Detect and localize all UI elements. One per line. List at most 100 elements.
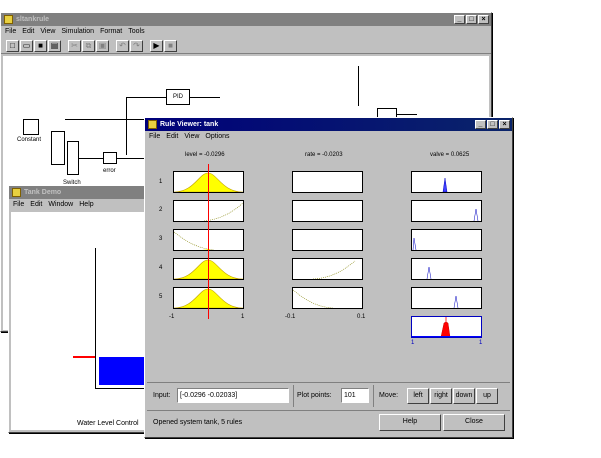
valve-mf-plot[interactable] — [411, 200, 482, 222]
rate-mf-plot[interactable] — [292, 258, 363, 280]
rule-number: 1 — [159, 179, 163, 185]
constant-label: Constant — [17, 137, 42, 143]
cut-icon[interactable]: ✂ — [68, 40, 81, 52]
setpoint-marker — [73, 356, 95, 358]
rv-maximize-button[interactable]: □ — [487, 120, 498, 129]
copy-icon[interactable]: ⧉ — [82, 40, 95, 52]
valve-mf-plot[interactable] — [411, 287, 482, 309]
rate-mf-plot[interactable] — [292, 229, 363, 251]
tank-menu-window[interactable]: Window — [48, 201, 73, 208]
new-icon[interactable]: □ — [6, 40, 19, 52]
valve-header: valve = 0.0625 — [430, 152, 470, 158]
valve-axis-max: 1 — [479, 340, 483, 346]
rv-minimize-button[interactable]: _ — [475, 120, 486, 129]
rule-viewer-window: Rule Viewer: tank _ □ × File Edit View O… — [144, 117, 513, 438]
input-field[interactable]: [-0.0296 -0.02033] — [177, 388, 289, 403]
tank-titlebar[interactable]: Tank Demo — [9, 186, 159, 199]
minimize-button[interactable]: _ — [454, 15, 465, 24]
redo-icon[interactable]: ↷ — [130, 40, 143, 52]
maximize-button[interactable]: □ — [466, 15, 477, 24]
rate-header: rate = -0.0203 — [305, 152, 343, 158]
error-block[interactable] — [103, 152, 117, 164]
menu-simulation[interactable]: Simulation — [61, 28, 94, 35]
move-left-button[interactable]: left — [407, 388, 429, 404]
tank-caption: Water Level Control — [77, 420, 139, 427]
simulink-menubar: File Edit View Simulation Format Tools — [1, 26, 491, 37]
rate-mf-plot[interactable] — [292, 171, 363, 193]
simulink-title: sltankrule — [16, 16, 50, 23]
constant-block[interactable] — [23, 119, 39, 135]
valve-axis-min: 1 — [411, 340, 415, 346]
simulink-toolbar: □ ▭ ■ ▤ ✂ ⧉ ▣ ↶ ↷ ▶ ■ — [1, 38, 491, 54]
tank-app-icon — [12, 188, 21, 197]
rule-viewer-title: Rule Viewer: tank — [160, 121, 219, 128]
valve-mf-plot[interactable] — [411, 229, 482, 251]
tank-menu-edit[interactable]: Edit — [30, 201, 42, 208]
pid-block[interactable]: PID — [166, 89, 190, 105]
rule-viewer-menubar: File Edit View Options — [145, 131, 512, 142]
rate-axis-min: -0.1 — [285, 314, 296, 320]
tank-title: Tank Demo — [24, 189, 62, 196]
tank-menubar: File Edit Window Help — [9, 199, 159, 210]
rv-menu-file[interactable]: File — [149, 133, 160, 140]
menu-file[interactable]: File — [5, 28, 16, 35]
rule-number: 2 — [159, 207, 163, 213]
plot-points-field[interactable]: 101 — [341, 388, 369, 403]
move-down-button[interactable]: down — [453, 388, 475, 404]
switch2-block[interactable] — [67, 141, 79, 175]
tank-wall-left — [95, 248, 96, 388]
rule-viewer-titlebar[interactable]: Rule Viewer: tank _ □ × — [145, 118, 512, 131]
status-text: Opened system tank, 5 rules — [153, 419, 243, 426]
rate-mf-plot[interactable] — [292, 200, 363, 222]
rv-close-button[interactable]: × — [499, 120, 510, 129]
paste-icon[interactable]: ▣ — [96, 40, 109, 52]
level-header: level = -0.0296 — [185, 152, 225, 158]
rate-mf-plot[interactable] — [292, 287, 363, 309]
tank-menu-file[interactable]: File — [13, 201, 24, 208]
input-label: Input: — [153, 392, 171, 399]
controls-panel: Input: [-0.0296 -0.02033] Plot points: 1… — [147, 382, 510, 410]
plot-points-label: Plot points: — [297, 392, 332, 399]
level-input-line[interactable] — [208, 164, 209, 319]
rule-viewer-app-icon — [148, 120, 157, 129]
valve-mf-plot[interactable] — [411, 258, 482, 280]
simulink-app-icon — [4, 15, 13, 24]
rv-menu-edit[interactable]: Edit — [166, 133, 178, 140]
rule-number: 5 — [159, 294, 163, 300]
menu-view[interactable]: View — [40, 28, 55, 35]
valve-aggregate-plot[interactable] — [411, 316, 482, 338]
move-right-button[interactable]: right — [430, 388, 452, 404]
rule-number: 3 — [159, 236, 163, 242]
menu-edit[interactable]: Edit — [22, 28, 34, 35]
simulink-titlebar[interactable]: sltankrule _ □ × — [1, 13, 491, 26]
close-button[interactable]: Close — [443, 414, 505, 431]
level-axis-max: 1 — [241, 314, 245, 320]
save-icon[interactable]: ■ — [34, 40, 47, 52]
rv-menu-options[interactable]: Options — [205, 133, 229, 140]
open-icon[interactable]: ▭ — [20, 40, 33, 52]
status-panel: Opened system tank, 5 rules Help Close — [147, 410, 510, 434]
undo-icon[interactable]: ↶ — [116, 40, 129, 52]
menu-tools[interactable]: Tools — [128, 28, 144, 35]
help-button[interactable]: Help — [379, 414, 441, 431]
tank-menu-help[interactable]: Help — [79, 201, 93, 208]
valve-mf-plot[interactable] — [411, 171, 482, 193]
move-up-button[interactable]: up — [476, 388, 498, 404]
error-label: error — [103, 168, 116, 174]
print-icon[interactable]: ▤ — [48, 40, 61, 52]
close-button[interactable]: × — [478, 15, 489, 24]
separator — [293, 385, 294, 407]
stop-icon[interactable]: ■ — [164, 40, 177, 52]
rules-area: level = -0.0296 rate = -0.0203 valve = 0… — [145, 144, 512, 384]
tank-demo-window: Tank Demo File Edit Window Help Water Le… — [8, 185, 160, 433]
rate-axis-max: 0.1 — [357, 314, 366, 320]
separator — [373, 385, 374, 407]
rv-menu-view[interactable]: View — [184, 133, 199, 140]
switch-block[interactable] — [51, 131, 65, 165]
rule-number: 4 — [159, 265, 163, 271]
move-label: Move: — [379, 392, 399, 399]
start-icon[interactable]: ▶ — [150, 40, 163, 52]
level-axis-min: -1 — [169, 314, 175, 320]
tank-canvas: Water Level Control — [11, 212, 157, 430]
menu-format[interactable]: Format — [100, 28, 122, 35]
